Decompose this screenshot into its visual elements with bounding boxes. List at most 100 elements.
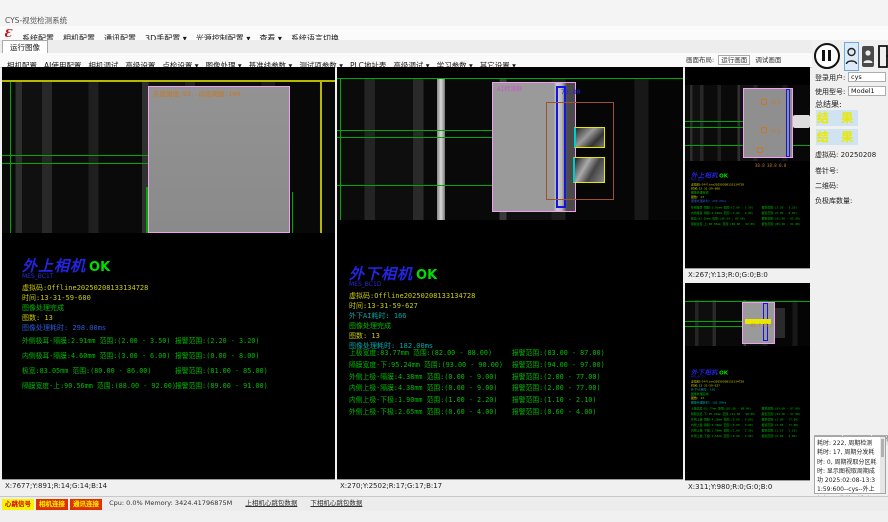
camera-panel-outer-bottom[interactable]: AI检测框 73.80 外下相机OK MES_BC1D 虚拟码:Offline2… [337, 67, 683, 492]
roi-rect-brown [546, 102, 614, 200]
lower-camera-heartbeat-link[interactable]: 下相机心跳包数据 [310, 497, 362, 510]
info-line: 图像处理完成 [349, 321, 475, 331]
measurement-value: 内侧极耳-隔膜:4.60mm 范围:(3.00 - 6.00) [22, 350, 171, 360]
status-bar: 心跳信号相机连接通讯连接 Cpu: 0.0% Memory: 3424.4179… [0, 496, 888, 511]
threshold-overlay-label: 灰度阈值:93, 动态阈值:100 [153, 88, 240, 98]
overlay-line-green [2, 163, 148, 164]
pixel-coordinate-footer: X:7677;Y:891;R:14;G:14;B:14 [2, 479, 335, 492]
mini-marker-orange [761, 127, 767, 133]
qr-code-label: 二维码: [815, 181, 838, 191]
log-box[interactable]: 耗时: 222, 周期检测耗时: 17, 周期分发耗时: 0, 周期视取分区耗时… [814, 436, 886, 494]
measurement-value: 外侧极耳-隔膜:2.91mm 范围:(2.00 - 3.50) [22, 335, 171, 345]
measurement-value: 内侧上极-隔膜:4.38mm 范围:(0.00 - 9.00) [349, 382, 498, 392]
camera-thumbnail-top[interactable]: 38.8 38.8 38.8 38.8 0.0 外上相机OK MES_BC1T … [685, 67, 810, 281]
mini-orange-label: 38.8 [771, 129, 781, 134]
layout-tab-debug[interactable]: 调试画面 [753, 56, 783, 64]
pause-button[interactable] [814, 43, 840, 69]
status-ok: OK [416, 268, 437, 283]
roi-rect-pink [148, 86, 290, 233]
roi-rect-yellow [574, 127, 605, 148]
exit-button[interactable] [877, 44, 888, 69]
camera-image[interactable]: AI检测框 73.80 [337, 79, 683, 220]
overlay-line-green [292, 192, 293, 233]
alarm-range: 报警范围:(2.20 - 3.20) [175, 335, 259, 345]
alarm-range: 报警范围:(81.00 - 85.00) [175, 365, 268, 375]
menu-bar: Ɛ 系统配置相机配置通讯配置3D手配置 ▾光源控制配置 ▾查看 ▾系统语言切换 [0, 26, 888, 41]
log-scrollbar[interactable] [880, 437, 885, 493]
pause-icon [822, 50, 825, 61]
info-line: 图数: 13 [22, 313, 148, 323]
alarm-range: 报警范围:(2.00 - 77.00) [512, 371, 601, 381]
measurement-value: 外侧上极-隔膜:4.38mm 范围:(0.00 - 9.00) [349, 371, 498, 381]
status-badges: 心跳信号相机连接通讯连接 [2, 497, 104, 516]
mini-marker-orange [757, 147, 763, 153]
info-line: 外下AI耗时: 166 [349, 311, 475, 321]
result-text-mini: 外下相机OK MES_BC1D 虚拟码:Offline2025020813313… [691, 368, 817, 439]
mini-orange-label: 38.8 38.8 0.0 [755, 163, 786, 168]
right-sidebar: 登录用户: cys 使用型号: Model1 总结果: 结 果 结 果 虚拟码:… [812, 40, 888, 496]
info-line: 虚拟码:Offline20250208133134728 [22, 283, 148, 293]
result-text-block: 外上相机OK MES_BC1T 虚拟码:Offline2025020813313… [22, 255, 148, 333]
title-bar: CYS-视觉检测系统 [0, 0, 888, 26]
operator-button[interactable] [862, 46, 874, 67]
overlay-line-yellow [320, 82, 322, 233]
camera-panel-outer-top[interactable]: 灰度阈值:93, 动态阈值:100 93.88 外上相机OK MES_BC1T … [2, 67, 335, 492]
cpu-memory-text: Cpu: 0.0% Memory: 3424.41796875M [109, 497, 232, 510]
info-line: 图数: 13 [349, 331, 475, 341]
info-lines: 虚拟码:Offline20250208133134728时间:13-31-59-… [349, 291, 475, 351]
result-badge-bottom: 结 果 [816, 129, 858, 145]
info-lines: 虚拟码:Offline20250208133134728时间:13-31-59-… [22, 283, 148, 333]
overlay-line-green [685, 321, 747, 322]
result-text-mini: 外上相机OK MES_BC1T 虚拟码:Offline2025020813313… [691, 171, 817, 227]
user-login-button[interactable] [844, 42, 859, 71]
virtual-code-label: 虚拟码: 20250208 [815, 150, 876, 160]
pixel-coordinate-footer: X:267;Y:13;R:0;G:0;B:0 [685, 268, 810, 281]
pixel-coordinate-footer: X:270;Y:2502;R:17;G:17;B:17 [337, 479, 683, 492]
login-user-label: 登录用户: [815, 73, 845, 83]
pixel-coordinate-footer: X:311;Y:980;R:0;G:0;B:0 [685, 480, 810, 493]
app-window: CYS-视觉检测系统 Ɛ 系统配置相机配置通讯配置3D手配置 ▾光源控制配置 ▾… [0, 0, 888, 522]
model-field[interactable]: Model1 [848, 86, 886, 96]
camera-image-mini: 38.8 38.8 [685, 85, 810, 161]
overlay-line-green [2, 155, 148, 156]
tab-object [793, 115, 810, 128]
alarm-range: 报警范围:(0.00 - 8.00) [175, 350, 259, 360]
overlay-line-green [340, 79, 341, 220]
tab-row: 运行图像 [0, 40, 888, 54]
measurement-value: 外侧上极-下极:2.65mm 范围:(0.60 - 4.00) [349, 406, 498, 416]
login-user-field[interactable]: cys [848, 72, 886, 82]
measurement-value: 隔膜宽度-下:95.24mm 范围:(93.00 - 98.00) [349, 359, 503, 369]
info-line: 图像处理完成 [22, 303, 148, 313]
mini-marker-orange [761, 99, 767, 105]
layout-tab-run[interactable]: 运行画面 [718, 55, 750, 65]
upper-camera-heartbeat-link[interactable]: 上相机心跳包数据 [245, 497, 297, 510]
tab-run-image[interactable]: 运行图像 [2, 40, 48, 54]
camera-thumbnail-bottom[interactable]: 83.7 95.2 4.3 外下相机OK MES_BC1D 虚拟码:Offlin… [685, 283, 810, 493]
measure-value-label: 73.80 [561, 88, 581, 96]
measurement-value: 内侧上极-下极:1.90mm 范围:(1.00 - 2.20) [349, 394, 498, 404]
info-line: 时间:13-31-59-627 [349, 301, 475, 311]
layout-header: 画面布局: 运行画面 调试画面 [686, 53, 810, 67]
camera-image[interactable]: 灰度阈值:93, 动态阈值:100 93.88 [2, 82, 335, 233]
measurement-value: 极宽:83.05mm 范围:(80.00 - 86.00) [22, 365, 152, 375]
app-logo-icon: Ɛ [4, 27, 12, 40]
scrollbar-thumb [881, 439, 884, 457]
total-result-label: 总结果: [815, 99, 842, 110]
overlay-line-green [685, 121, 745, 122]
status-badge: 心跳信号 [2, 499, 34, 510]
window-title: CYS-视觉检测系统 [5, 15, 67, 26]
camera-image-mini: 83.7 95.2 4.3 [685, 300, 810, 346]
info-line: 虚拟码:Offline20250208133134728 [349, 291, 475, 301]
mini-dark-block [775, 308, 785, 338]
bright-edge [437, 79, 445, 220]
user-icon [845, 43, 858, 70]
result-badge-top: 结 果 [816, 110, 858, 126]
overlay-line-green [10, 82, 11, 233]
exit-door-icon [877, 44, 888, 69]
pause-icon [828, 50, 831, 61]
operator-icon [862, 46, 874, 67]
info-line: 图像处理耗时: 298.00ms [22, 323, 148, 333]
alarm-range: 报警范围:(83.00 - 87.00) [512, 347, 605, 357]
alarm-range: 报警范围:(1.10 - 2.10) [512, 394, 596, 404]
measurement-value: 隔膜宽度-上:90.56mm 范围:(88.00 - 92.00) [22, 380, 176, 390]
